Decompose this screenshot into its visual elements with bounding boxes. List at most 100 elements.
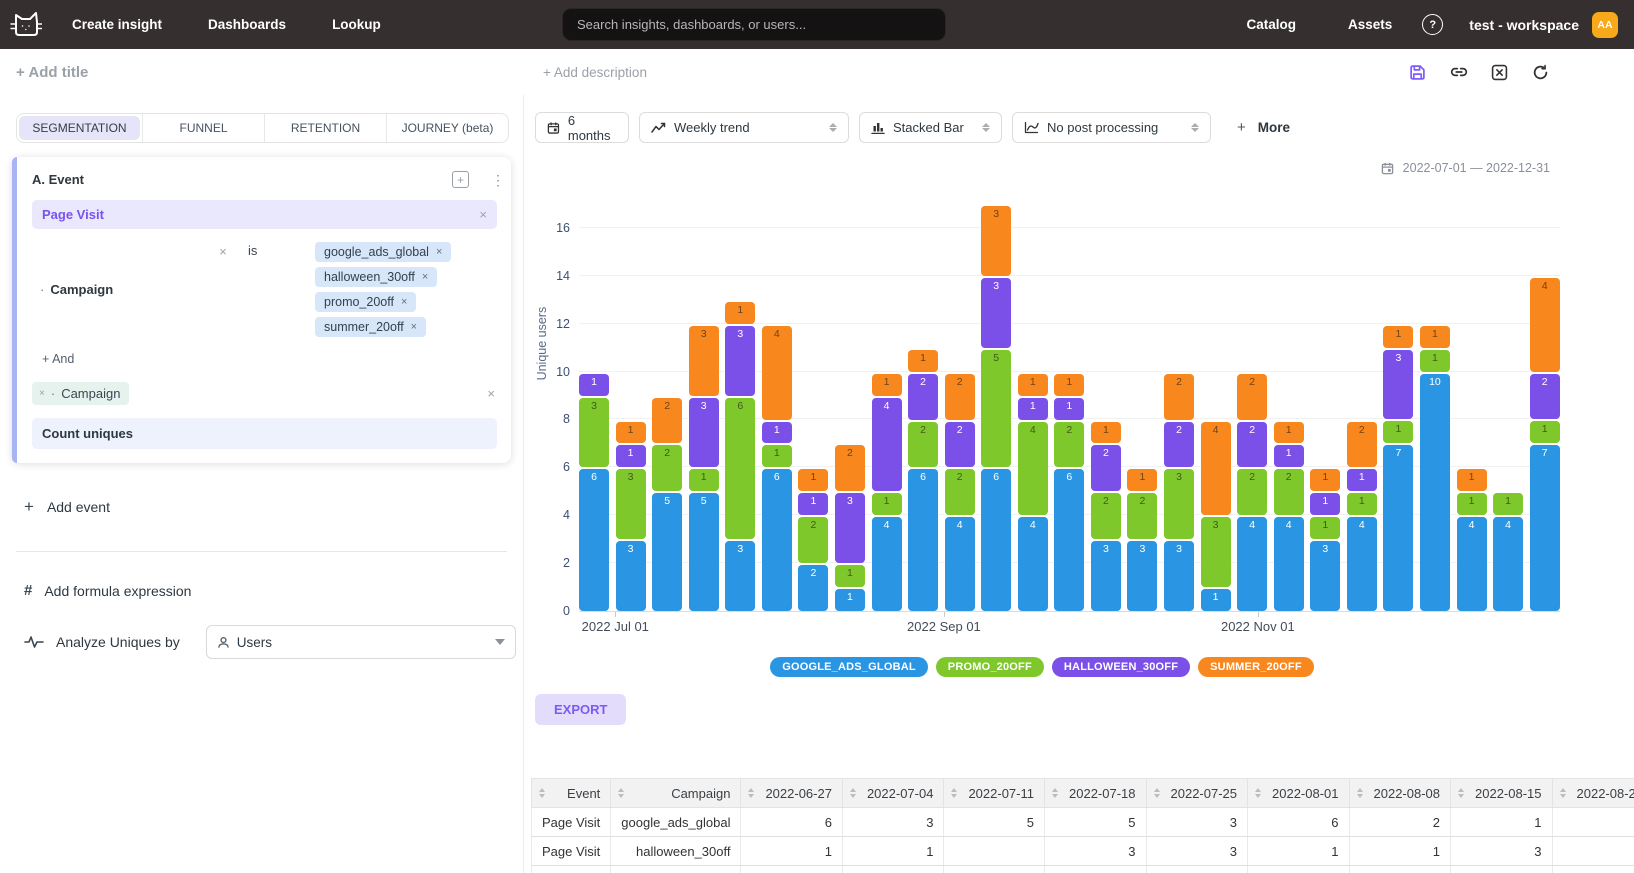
filter-property[interactable]: Campaign (50, 282, 113, 297)
bar-segment[interactable]: 1 (835, 565, 865, 587)
remove-breakdown-icon[interactable]: × (39, 388, 45, 399)
bar-segment[interactable]: 2 (908, 374, 938, 420)
bar-2022-07-25[interactable]: 3631 (725, 302, 755, 611)
bar-2022-12-26[interactable]: 7124 (1530, 278, 1560, 611)
bar-segment[interactable]: 3 (1164, 541, 1194, 611)
tab-segmentation[interactable]: SEGMENTATION (19, 116, 140, 140)
bar-segment[interactable]: 6 (762, 469, 792, 611)
bar-segment[interactable]: 3 (1091, 541, 1121, 611)
help-icon[interactable]: ? (1422, 14, 1443, 35)
bar-segment[interactable]: 1 (1310, 517, 1340, 539)
remove-value-icon[interactable]: × (411, 321, 417, 333)
tab-funnel[interactable]: FUNNEL (142, 114, 264, 142)
close-box-icon[interactable] (1491, 63, 1509, 81)
bar-2022-08-08[interactable]: 2211 (798, 469, 828, 611)
bar-segment[interactable]: 1 (1420, 326, 1450, 348)
bar-segment[interactable]: 4 (1347, 517, 1377, 611)
bar-segment[interactable]: 4 (872, 398, 902, 492)
bar-segment[interactable]: 1 (1457, 469, 1487, 491)
bar-segment[interactable]: 3 (1310, 541, 1340, 611)
link-icon[interactable] (1450, 63, 1468, 81)
bar-2022-12-12[interactable]: 411 (1457, 469, 1487, 611)
legend-pill-promo_20off[interactable]: PROMO_20OFF (936, 657, 1044, 677)
filter-operator[interactable]: is (236, 242, 308, 337)
bar-segment[interactable]: 3 (725, 541, 755, 611)
sort-icon[interactable] (539, 788, 545, 798)
remove-event-icon[interactable]: × (479, 207, 487, 222)
sort-icon[interactable] (850, 788, 856, 798)
bar-segment[interactable]: 1 (1383, 326, 1413, 348)
bar-segment[interactable]: 1 (616, 422, 646, 444)
sort-icon[interactable] (1154, 788, 1160, 798)
bar-segment[interactable]: 1 (798, 469, 828, 491)
bar-segment[interactable]: 5 (981, 350, 1011, 468)
bar-2022-09-05[interactable]: 4222 (945, 374, 975, 611)
bar-segment[interactable]: 3 (981, 206, 1011, 276)
bar-segment[interactable]: 2 (945, 422, 975, 468)
bar-segment[interactable]: 1 (1530, 421, 1560, 443)
bar-segment[interactable]: 2 (1530, 374, 1560, 420)
time-range-button[interactable]: 6 months (535, 112, 629, 143)
bar-segment[interactable]: 3 (1201, 517, 1231, 587)
workspace-name[interactable]: test - workspace (1469, 17, 1579, 33)
bar-2022-07-11[interactable]: 522 (652, 398, 682, 611)
column-header-campaign[interactable]: Campaign (611, 779, 741, 808)
nav-catalog[interactable]: Catalog (1246, 17, 1296, 32)
bar-segment[interactable]: 2 (1091, 493, 1121, 539)
bar-segment[interactable]: 1 (1493, 493, 1523, 515)
tab-retention[interactable]: RETENTION (264, 114, 386, 142)
avatar[interactable]: AA (1592, 12, 1618, 38)
bar-segment[interactable]: 3 (1127, 541, 1157, 611)
event-row[interactable]: Page Visit × (32, 200, 497, 229)
kebab-menu-icon[interactable]: ⋮ (491, 177, 497, 183)
duplicate-event-icon[interactable]: + (452, 171, 469, 188)
bar-segment[interactable]: 2 (1164, 422, 1194, 468)
bar-segment[interactable]: 1 (1054, 374, 1084, 396)
bar-2022-09-19[interactable]: 4411 (1018, 374, 1048, 611)
column-header-2022-07-11[interactable]: 2022-07-11 (944, 779, 1045, 808)
add-event-button[interactable]: + Add event (24, 497, 523, 517)
filter-value-chip[interactable]: halloween_30off× (315, 267, 437, 287)
bar-segment[interactable]: 2 (1237, 422, 1267, 468)
bar-2022-08-29[interactable]: 6221 (908, 350, 938, 611)
bar-segment[interactable]: 1 (1383, 421, 1413, 443)
bar-2022-11-07[interactable]: 4211 (1274, 422, 1304, 612)
tab-journey-beta-[interactable]: JOURNEY (beta) (386, 114, 508, 142)
bar-2022-08-15[interactable]: 1132 (835, 445, 865, 611)
bar-segment[interactable]: 4 (1530, 278, 1560, 372)
bar-segment[interactable]: 2 (1237, 374, 1267, 420)
chart-type-select[interactable]: Stacked Bar (859, 112, 1002, 143)
bar-segment[interactable]: 4 (1018, 422, 1048, 516)
bar-segment[interactable]: 2 (798, 565, 828, 611)
bar-2022-11-28[interactable]: 7131 (1383, 326, 1413, 611)
bar-segment[interactable]: 1 (1054, 398, 1084, 420)
bar-segment[interactable]: 1 (762, 445, 792, 467)
analyze-by-select[interactable]: Users (206, 625, 516, 659)
breakdown-chip[interactable]: × · Campaign (32, 382, 129, 405)
add-formula-button[interactable]: # Add formula expression (24, 582, 523, 599)
bar-segment[interactable]: 2 (1127, 493, 1157, 539)
bar-segment[interactable]: 1 (1420, 350, 1450, 372)
column-header-2022-08-15[interactable]: 2022-08-15 (1451, 779, 1553, 808)
column-header-2022-07-04[interactable]: 2022-07-04 (842, 779, 944, 808)
bar-segment[interactable]: 4 (762, 326, 792, 420)
column-header-2022-08-08[interactable]: 2022-08-08 (1349, 779, 1451, 808)
refresh-icon[interactable] (1532, 63, 1550, 81)
bar-segment[interactable]: 2 (652, 398, 682, 444)
bar-segment[interactable]: 3 (579, 398, 609, 468)
bar-segment[interactable]: 5 (689, 493, 719, 611)
sort-icon[interactable] (748, 788, 754, 798)
bar-segment[interactable]: 4 (872, 517, 902, 611)
bar-2022-10-24[interactable]: 134 (1201, 422, 1231, 612)
bar-segment[interactable]: 1 (762, 422, 792, 444)
bar-segment[interactable]: 2 (1054, 422, 1084, 468)
bar-segment[interactable]: 6 (1054, 469, 1084, 611)
bar-segment[interactable]: 2 (908, 422, 938, 468)
bar-segment[interactable]: 1 (1310, 493, 1340, 515)
sort-icon[interactable] (1458, 788, 1464, 798)
bar-segment[interactable]: 6 (725, 398, 755, 540)
remove-filter-icon[interactable]: × (219, 244, 227, 259)
bar-segment[interactable]: 2 (1274, 469, 1304, 515)
remove-value-icon[interactable]: × (422, 271, 428, 283)
bar-segment[interactable]: 6 (908, 469, 938, 611)
